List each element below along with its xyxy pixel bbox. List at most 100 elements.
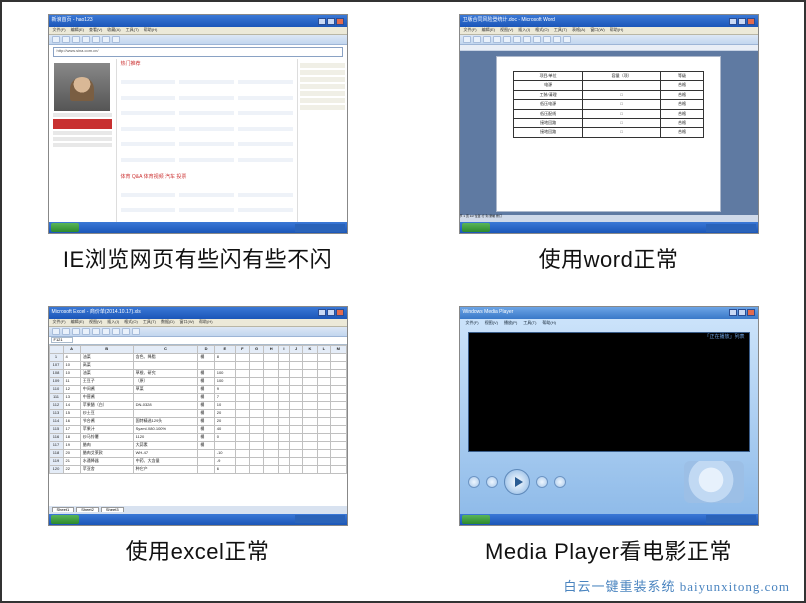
cell[interactable]: -9 — [214, 457, 235, 465]
cell[interactable]: 种它产 — [133, 465, 198, 473]
news-photo[interactable] — [54, 63, 110, 111]
menu-item[interactable]: 窗口(W) — [180, 320, 194, 324]
cell[interactable]: 桶 — [198, 425, 214, 433]
tab[interactable]: 体育视频 — [144, 174, 164, 180]
menu-item[interactable]: 帮助(H) — [610, 28, 624, 32]
maximize-icon[interactable] — [327, 309, 335, 316]
cell[interactable] — [278, 465, 289, 473]
news-link[interactable] — [121, 96, 176, 100]
cell[interactable] — [236, 353, 250, 361]
cell[interactable]: 100 — [214, 369, 235, 377]
col-header[interactable]: H — [264, 345, 278, 353]
cell[interactable] — [236, 425, 250, 433]
news-link[interactable] — [238, 158, 293, 162]
word-page[interactable]: 项目/单位 容量（项） 等级 电源合格 工装/清理□合格 低压电源□合格 低压配… — [497, 57, 720, 211]
row-header[interactable]: 108 — [49, 369, 63, 377]
cell[interactable] — [236, 369, 250, 377]
system-tray[interactable] — [706, 224, 756, 232]
cell[interactable]: 12 — [63, 385, 80, 393]
cell[interactable] — [264, 361, 278, 369]
cell[interactable]: 炒土豆 — [80, 409, 133, 417]
system-tray[interactable] — [295, 224, 345, 232]
row-header[interactable]: 120 — [49, 465, 63, 473]
cell[interactable] — [198, 449, 214, 457]
copy-icon[interactable] — [513, 36, 521, 43]
bold-icon[interactable] — [553, 36, 561, 43]
cell[interactable]: 22 — [63, 465, 80, 473]
row-header[interactable]: 119 — [49, 457, 63, 465]
cell[interactable]: 10 — [63, 361, 80, 369]
cell[interactable] — [278, 433, 289, 441]
cell[interactable]: 水通降器 — [80, 457, 133, 465]
cell[interactable] — [290, 417, 303, 425]
home-icon[interactable] — [92, 36, 100, 43]
cell[interactable]: 腊肉 — [80, 441, 133, 449]
cell[interactable] — [331, 409, 346, 417]
cell[interactable] — [303, 441, 317, 449]
system-tray[interactable] — [295, 515, 345, 523]
cell[interactable]: 中间酱 — [80, 385, 133, 393]
menu-item[interactable]: 文件(F) — [464, 28, 477, 32]
row-header[interactable]: 110 — [49, 385, 63, 393]
new-icon[interactable] — [52, 328, 60, 335]
sheet-tab[interactable]: Sheet3 — [101, 507, 124, 512]
cell[interactable]: 桶 — [198, 401, 214, 409]
cell[interactable] — [317, 433, 331, 441]
cell[interactable]: 高菜 — [80, 361, 133, 369]
cell[interactable]: 含色、降脂 — [133, 353, 198, 361]
news-link[interactable] — [121, 127, 176, 131]
cell[interactable] — [331, 369, 346, 377]
menu-item[interactable]: 视图(V) — [89, 320, 102, 324]
cut-icon[interactable] — [92, 328, 100, 335]
cell[interactable] — [249, 441, 264, 449]
cell[interactable] — [317, 417, 331, 425]
cell[interactable] — [317, 457, 331, 465]
col-header[interactable]: C — [133, 345, 198, 353]
name-box[interactable]: F121 — [51, 337, 73, 343]
cell[interactable]: 草根、研究 — [133, 369, 198, 377]
open-icon[interactable] — [62, 328, 70, 335]
cell[interactable] — [236, 401, 250, 409]
cell[interactable]: 苹亚舍 — [80, 465, 133, 473]
side-item[interactable] — [300, 105, 345, 110]
cell[interactable]: 桶 — [198, 433, 214, 441]
news-link[interactable] — [121, 111, 176, 115]
cell[interactable]: 8 — [214, 353, 235, 361]
cell[interactable] — [331, 393, 346, 401]
cell[interactable] — [249, 361, 264, 369]
cell[interactable]: 19 — [63, 441, 80, 449]
cell[interactable] — [236, 393, 250, 401]
forward-icon[interactable] — [62, 36, 70, 43]
menu-item[interactable]: 工具(T) — [523, 321, 536, 325]
cell[interactable] — [331, 385, 346, 393]
cell[interactable]: DN-0328 — [133, 401, 198, 409]
cell[interactable] — [264, 353, 278, 361]
cell[interactable] — [264, 449, 278, 457]
cell[interactable]: 桶 — [198, 417, 214, 425]
cell[interactable] — [264, 369, 278, 377]
cell[interactable]: 14 — [63, 401, 80, 409]
cell[interactable] — [278, 425, 289, 433]
col-header[interactable]: J — [290, 345, 303, 353]
video-area[interactable]: 「正在播放」列表 — [468, 332, 750, 452]
cell[interactable] — [290, 425, 303, 433]
cell[interactable] — [249, 425, 264, 433]
cell[interactable] — [303, 433, 317, 441]
cell[interactable]: 4 — [63, 353, 80, 361]
cell[interactable]: -10 — [214, 449, 235, 457]
cell[interactable] — [264, 417, 278, 425]
cell[interactable] — [331, 433, 346, 441]
sum-icon[interactable] — [122, 328, 130, 335]
copy-icon[interactable] — [102, 328, 110, 335]
news-link[interactable] — [238, 193, 293, 197]
col-header[interactable]: I — [278, 345, 289, 353]
cell[interactable] — [290, 377, 303, 385]
cell[interactable] — [214, 361, 235, 369]
side-item[interactable] — [300, 98, 345, 103]
start-button[interactable] — [51, 515, 79, 524]
cell[interactable] — [331, 417, 346, 425]
cell[interactable] — [317, 385, 331, 393]
open-icon[interactable] — [473, 36, 481, 43]
refresh-icon[interactable] — [82, 36, 90, 43]
close-icon[interactable] — [336, 309, 344, 316]
